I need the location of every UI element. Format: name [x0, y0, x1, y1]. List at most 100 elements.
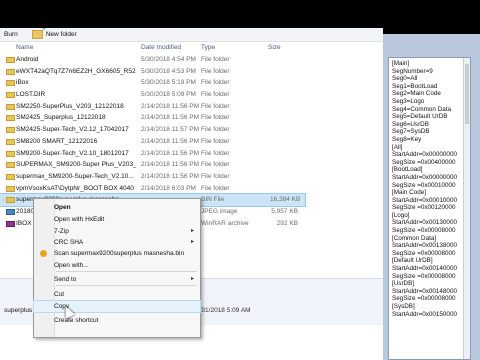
context-menu: Open Open with HxEdit 7-Zip ▸ CRC SHA ▸ Scan s… [33, 198, 201, 338]
file-type: BIN File [201, 196, 225, 204]
image-file-icon [6, 208, 15, 215]
menu-item-label: Cut [54, 291, 65, 298]
menu-item-cut[interactable]: Cut [34, 289, 200, 300]
column-header-name[interactable]: Name [16, 44, 33, 51]
notepad-line: StartAddr=0x00148000 [392, 287, 457, 295]
menu-item-open-with[interactable]: Open with... [34, 260, 200, 271]
notepad-line: [SysDB] [392, 303, 415, 310]
notepad-line: StartAddr=0x00000000 [392, 173, 457, 181]
burn-label: Burn [4, 31, 18, 38]
column-headers: Name Date modified Type Size [0, 42, 385, 52]
notepad-line: StartAddr=0x00150000 [392, 310, 457, 318]
file-row[interactable]: SM8200 SMART_12122016 2/14/2018 11:56 PM F… [0, 136, 305, 148]
menu-item-create-shortcut[interactable]: Create shortcut [34, 315, 200, 326]
folder-icon [6, 127, 15, 134]
file-type: File folder [201, 102, 230, 110]
file-date: 2/14/2018 11:56 PM [141, 149, 200, 157]
details-date: 5/31/2018 5:09 AM [196, 307, 251, 314]
menu-item-open[interactable]: Open [34, 202, 200, 213]
file-size: 292 KB [276, 219, 298, 227]
file-type: File folder [201, 149, 230, 157]
notepad-scrollbar[interactable] [463, 58, 470, 359]
menu-item-label: Open with... [54, 262, 89, 269]
file-row[interactable]: SM9200-Super-Tech_V2.10_18012017 2/14/201… [0, 148, 305, 160]
notepad-line: StartAddr=0x00130000 [392, 219, 457, 227]
file-name: Android [16, 56, 39, 63]
menu-item-copy[interactable]: Copy [33, 300, 201, 313]
folder-icon [6, 68, 15, 75]
menu-item-label: Scan supermax9200superplus masnesha.bin [54, 250, 185, 257]
folder-icon [6, 115, 15, 122]
file-name: SM9200-Super-Tech_V2.10_18012017 [16, 149, 129, 157]
menu-item-label: 7-Zip [54, 228, 69, 235]
notepad-line: StartAddr=0x00138000 [392, 242, 457, 250]
menu-item-open-with-hxedit[interactable]: Open with HxEdit [34, 214, 200, 225]
notepad-text-area[interactable]: [Main] SegNumber=9 Seg0=All Seg1=BootLoad Se… [388, 57, 471, 360]
notepad-line: SegSize =0x00008000 [392, 272, 456, 280]
file-row[interactable]: supermax_SM9200-Super-Tech_V2.10... 2/14/… [0, 171, 305, 183]
file-name: SM2250-SuperPlus_V203_12122018 [16, 102, 124, 110]
file-date: 2/14/2018 11:56 PM [141, 102, 200, 110]
notepad-line: [Default UrDB] [392, 257, 433, 265]
file-date: 2/14/2018 6:03 PM [141, 184, 196, 192]
notepad-line: SegSize =0x00008000 [392, 295, 456, 303]
file-type: File folder [201, 137, 230, 145]
folder-icon [6, 162, 15, 169]
file-name: iBox [16, 79, 29, 87]
file-row[interactable]: SM2425-Super-Tech_V2.12_17042017 2/14/201… [0, 124, 305, 136]
notepad-line: SegNumber=9 [392, 67, 433, 75]
file-date: 2/14/2018 11:56 PM [141, 172, 200, 180]
file-name: eWXT42aQTq7Z7n6EZ2H_GX6605_R523... [16, 67, 136, 75]
submenu-arrow-icon: ▸ [190, 239, 194, 245]
file-row[interactable]: iBox 5/30/2018 5:19 PM File folder [0, 77, 305, 89]
notepad-line: SegSize =0x00010000 [392, 181, 456, 189]
file-size: 16,384 KB [270, 196, 301, 204]
file-name: supermax_SM9200-Super-Tech_V2.10... [16, 172, 134, 180]
menu-item-scan-supermax9200superplus-mas[interactable]: Scan supermax9200superplus masnesha.bin [34, 248, 200, 259]
menu-separator [56, 312, 197, 313]
file-date: 2/14/2018 11:56 PM [141, 114, 200, 122]
archive-icon [6, 220, 15, 227]
notepad-line: [All] [392, 143, 403, 151]
folder-icon [6, 80, 15, 87]
notepad-line: StartAddr=0x00000000 [392, 151, 457, 159]
explorer-toolbar: Burn New folder [0, 28, 385, 42]
notepad-line: [Logo] [392, 211, 410, 219]
file-row[interactable]: SUPERMAX_SM9200-Super Plus_V203_12... 2/1… [0, 159, 305, 171]
screen: Burn New folder Name Date modified Type … [0, 0, 480, 360]
notepad-line: Seg0=All [392, 75, 418, 83]
letterbox-top [0, 0, 480, 28]
folder-icon [6, 57, 15, 63]
file-row[interactable]: vpmVsoxKsAT\DytpNr_BOOT BOX 4040 2/14/201… [0, 183, 305, 195]
menu-item-crc-sha[interactable]: CRC SHA ▸ [34, 237, 200, 248]
new-folder-button[interactable]: New folder [31, 28, 77, 39]
file-row[interactable]: LOST.DIR 5/30/2018 5:09 PM File folder [0, 89, 305, 101]
menu-item-label: Send to [54, 276, 77, 283]
file-row[interactable]: Android 5/30/2018 4:54 PM File folder [0, 54, 305, 66]
column-header-size[interactable]: Size [268, 44, 281, 51]
file-name: SM2425_Superplus_12122018 [16, 114, 106, 122]
notepad-text: [Main] SegNumber=9 Seg0=All Seg1=BootLoad Se… [392, 60, 457, 318]
notepad-line: [Main] [392, 60, 410, 67]
file-name: SM8200 SMART_12122016 [16, 137, 98, 145]
notepad-line: StartAddr=0x00010000 [392, 196, 457, 204]
new-folder-label: New folder [45, 31, 77, 38]
menu-item-send-to[interactable]: Send to ▸ [34, 274, 200, 285]
column-header-date[interactable]: Date modified [141, 44, 181, 51]
column-header-type[interactable]: Type [201, 44, 215, 51]
scan-icon [40, 250, 47, 257]
file-row[interactable]: SM2425_Superplus_12122018 2/14/2018 11:56… [0, 112, 305, 124]
scrollbar-thumb[interactable] [465, 64, 469, 124]
menu-item-label: Create shortcut [54, 317, 99, 324]
folder-icon [6, 138, 15, 145]
file-type: File folder [201, 79, 230, 87]
file-row[interactable]: SM2250-SuperPlus_V203_12122018 2/14/2018 … [0, 101, 305, 113]
file-date: 5/30/2018 4:53 PM [141, 67, 196, 75]
file-date: 5/30/2018 5:19 PM [141, 79, 196, 87]
menu-item-7-zip[interactable]: 7-Zip ▸ [34, 226, 200, 237]
file-date: 2/14/2018 11:56 PM [141, 137, 200, 145]
file-type: File folder [201, 172, 230, 180]
burn-button[interactable]: Burn [4, 31, 18, 38]
notepad-line: [Main Code] [392, 189, 426, 197]
file-row[interactable]: eWXT42aQTq7Z7n6EZ2H_GX6605_R523... 5/30/2… [0, 66, 305, 78]
